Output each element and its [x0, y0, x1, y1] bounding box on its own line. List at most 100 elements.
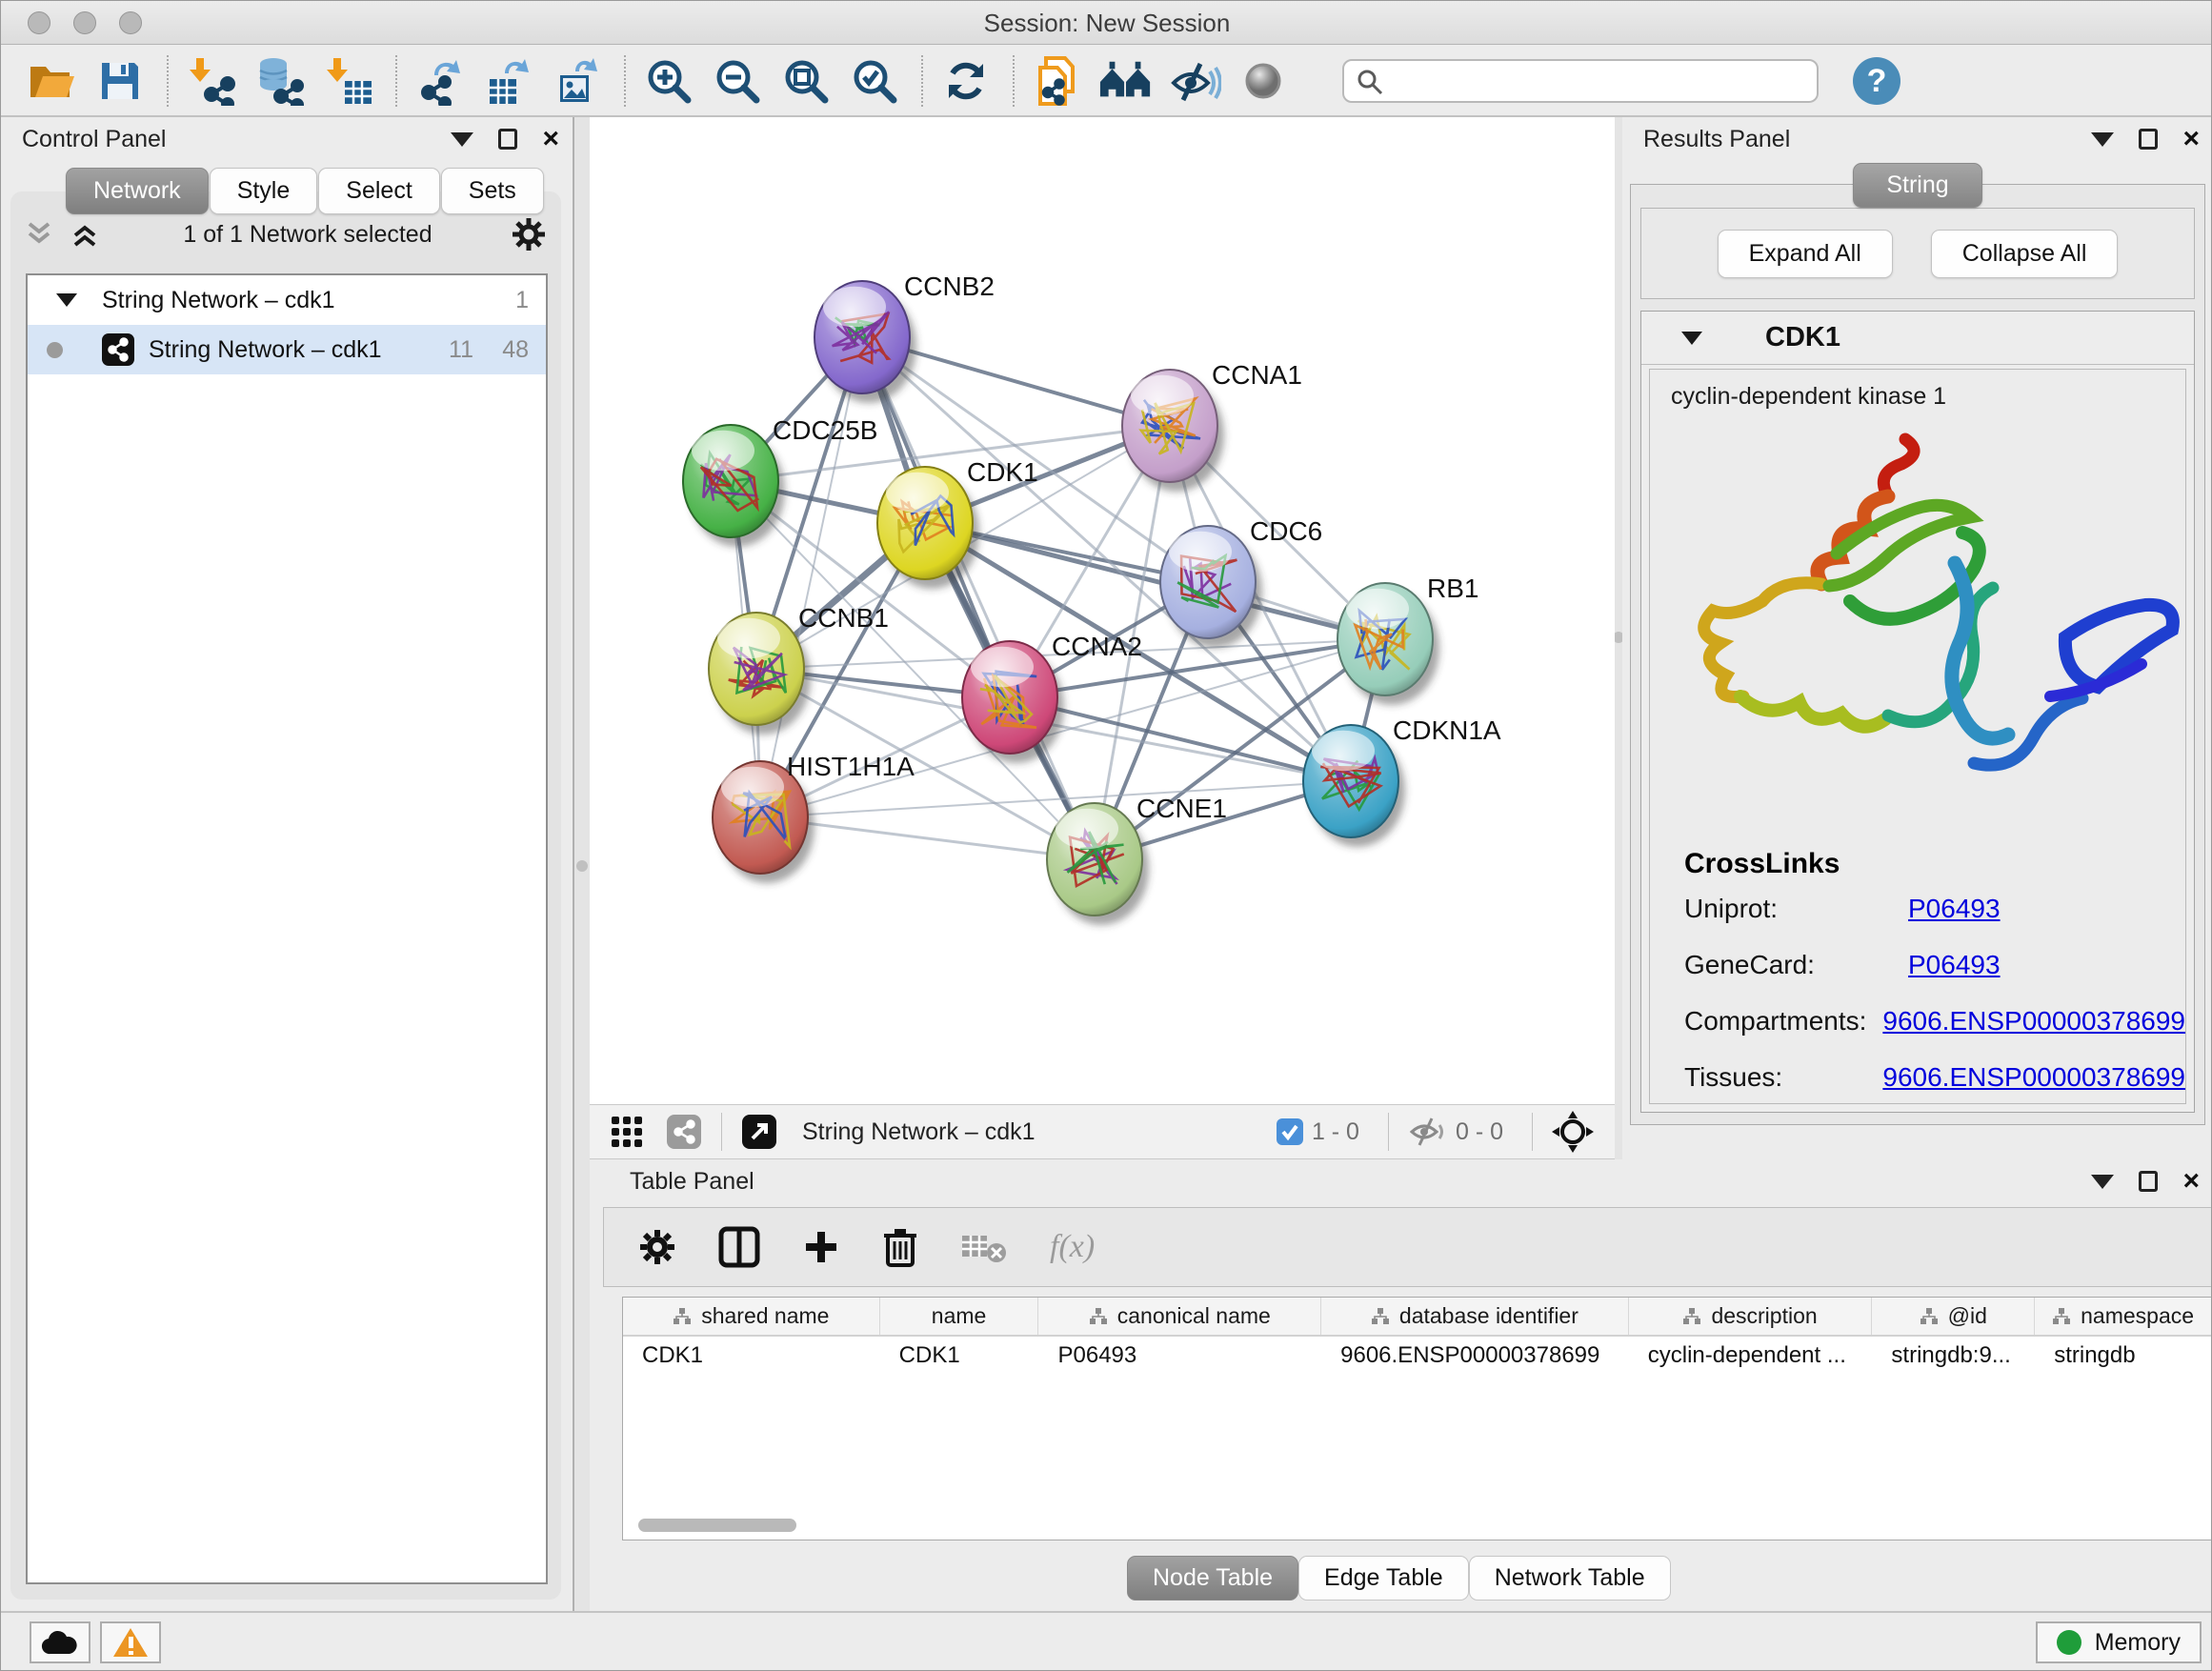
crosslink-value-link[interactable]: P06493 — [1908, 950, 2001, 980]
import-table-button[interactable] — [321, 54, 376, 108]
refresh-icon — [941, 56, 991, 106]
tab-node-table[interactable]: Node Table — [1127, 1556, 1298, 1601]
network-canvas[interactable]: CCNB2CCNA1CDC25BCDK1CDC6RB1CCNB1CCNA2CDK… — [590, 117, 1615, 1104]
network-node[interactable]: CDKN1A — [1303, 715, 1501, 847]
table-cell[interactable]: stringdb:9... — [1872, 1337, 2035, 1377]
right-splitter[interactable] — [1615, 117, 1622, 1159]
zoom-fit-button[interactable] — [778, 54, 834, 108]
table-cell[interactable]: 9606.ENSP00000378699 — [1321, 1337, 1629, 1377]
column-header-canonical-name[interactable]: canonical name — [1038, 1298, 1321, 1335]
zoom-in-button[interactable] — [641, 54, 696, 108]
network-node[interactable]: RB1 — [1337, 574, 1478, 705]
hidden-eye-icon[interactable] — [1408, 1117, 1448, 1147]
show-hidden-button[interactable] — [1236, 54, 1291, 108]
control-panel-collapse-icon[interactable] — [451, 132, 473, 147]
network-node[interactable]: HIST1H1A — [713, 752, 915, 883]
splitter-handle[interactable] — [576, 860, 588, 872]
tab-network[interactable]: Network — [66, 168, 209, 214]
network-edge[interactable] — [760, 337, 862, 817]
crosslink-value-link[interactable]: 9606.ENSP00000378699 — [1882, 1006, 2185, 1037]
save-session-button[interactable] — [92, 54, 148, 108]
grid-view-icon[interactable] — [611, 1116, 643, 1148]
expand-all-icon[interactable] — [71, 220, 104, 249]
tab-select[interactable]: Select — [318, 168, 439, 214]
network-row[interactable]: String Network – cdk1 11 48 — [28, 325, 546, 374]
export-network-button[interactable] — [412, 54, 468, 108]
table-gear-icon[interactable] — [638, 1228, 676, 1266]
results-panel-close-icon[interactable]: × — [2182, 129, 2200, 150]
add-column-icon[interactable] — [802, 1228, 840, 1266]
network-node[interactable]: CCNB2 — [814, 272, 995, 403]
network-node[interactable]: CCNE1 — [1047, 794, 1227, 925]
network-list-icon[interactable] — [666, 1114, 702, 1150]
network-collection-row[interactable]: String Network – cdk1 1 — [28, 275, 546, 325]
table-cell[interactable]: CDK1 — [623, 1337, 880, 1377]
collection-expand-icon[interactable] — [56, 293, 77, 307]
export-image-button[interactable] — [550, 54, 605, 108]
tab-sets[interactable]: Sets — [441, 168, 544, 214]
control-panel-float-icon[interactable] — [498, 129, 517, 150]
result-item-collapse-icon[interactable] — [1681, 332, 1702, 345]
network-node[interactable]: CDK1 — [877, 457, 1038, 589]
crosslink-value-link[interactable]: P06493 — [1908, 894, 2001, 924]
collapse-all-button[interactable]: Collapse All — [1931, 230, 2119, 278]
column-header-namespace[interactable]: namespace — [2035, 1298, 2212, 1335]
show-graphics-details-button[interactable] — [1098, 54, 1154, 108]
import-network-button[interactable] — [184, 54, 239, 108]
crosslink-value-link[interactable]: 9606.ENSP00000378699 — [1882, 1062, 2185, 1093]
delete-table-icon[interactable] — [960, 1230, 1008, 1264]
left-splitter[interactable] — [574, 117, 590, 1613]
column-header-description[interactable]: description — [1629, 1298, 1873, 1335]
table-panel-float-icon[interactable] — [2139, 1171, 2158, 1192]
network-node[interactable]: CDC6 — [1160, 516, 1322, 648]
column-header-@id[interactable]: @id — [1872, 1298, 2035, 1335]
result-item-header[interactable]: CDK1 — [1641, 312, 2194, 365]
help-button[interactable]: ? — [1851, 55, 1902, 107]
memory-button[interactable]: Memory — [2036, 1621, 2202, 1663]
tab-edge-table[interactable]: Edge Table — [1298, 1556, 1469, 1601]
control-panel-close-icon[interactable]: × — [542, 129, 559, 150]
open-session-button[interactable] — [24, 54, 79, 108]
hide-selected-button[interactable] — [1167, 54, 1222, 108]
table-panel-collapse-icon[interactable] — [2091, 1175, 2114, 1189]
column-header-shared-name[interactable]: shared name — [623, 1298, 880, 1335]
import-network-from-database-button[interactable] — [252, 54, 308, 108]
zoom-out-button[interactable] — [710, 54, 765, 108]
delete-column-icon[interactable] — [882, 1226, 918, 1268]
zoom-selected-button[interactable] — [847, 54, 902, 108]
table-panel-close-icon[interactable]: × — [2182, 1171, 2200, 1192]
warnings-button[interactable] — [100, 1621, 161, 1663]
network-node[interactable]: CCNA1 — [1122, 360, 1302, 492]
results-panel-collapse-icon[interactable] — [2091, 132, 2114, 147]
results-panel-float-icon[interactable] — [2139, 129, 2158, 150]
expand-all-button[interactable]: Expand All — [1718, 230, 1893, 278]
fit-selected-crosshair-icon[interactable] — [1552, 1111, 1594, 1153]
network-node[interactable]: CDC25B — [683, 415, 877, 547]
column-header-database-identifier[interactable]: database identifier — [1321, 1298, 1629, 1335]
open-in-window-icon[interactable] — [741, 1114, 777, 1150]
cloud-button[interactable] — [30, 1621, 90, 1663]
network-node[interactable]: CCNB1 — [709, 603, 889, 735]
search-input[interactable] — [1342, 59, 1819, 103]
function-builder-button[interactable]: f(x) — [1050, 1229, 1095, 1265]
refresh-button[interactable] — [938, 54, 994, 108]
export-table-button[interactable] — [481, 54, 536, 108]
table-cell[interactable]: stringdb — [2035, 1337, 2212, 1377]
table-cell[interactable]: P06493 — [1038, 1337, 1321, 1377]
table-cell[interactable]: cyclin-dependent ... — [1629, 1337, 1873, 1377]
gear-icon[interactable] — [512, 217, 546, 252]
crosslink-label: GeneCard: — [1684, 950, 1908, 980]
horizontal-scrollbar[interactable] — [638, 1519, 796, 1532]
collapse-all-icon[interactable] — [26, 220, 58, 249]
table-cell[interactable]: CDK1 — [880, 1337, 1039, 1377]
selected-checkbox-icon[interactable] — [1276, 1117, 1304, 1146]
tab-string[interactable]: String — [1853, 163, 1981, 208]
split-panel-icon[interactable] — [718, 1226, 760, 1268]
tab-network-table[interactable]: Network Table — [1469, 1556, 1671, 1601]
tab-style[interactable]: Style — [210, 168, 318, 214]
column-header-name[interactable]: name — [880, 1298, 1039, 1335]
table-row[interactable]: CDK1CDK1P064939606.ENSP00000378699cyclin… — [623, 1337, 2212, 1377]
result-item-description: cyclin-dependent kinase 1 — [1650, 370, 2185, 411]
toolbar-separator — [395, 55, 397, 107]
duplicate-network-button[interactable] — [1030, 54, 1085, 108]
